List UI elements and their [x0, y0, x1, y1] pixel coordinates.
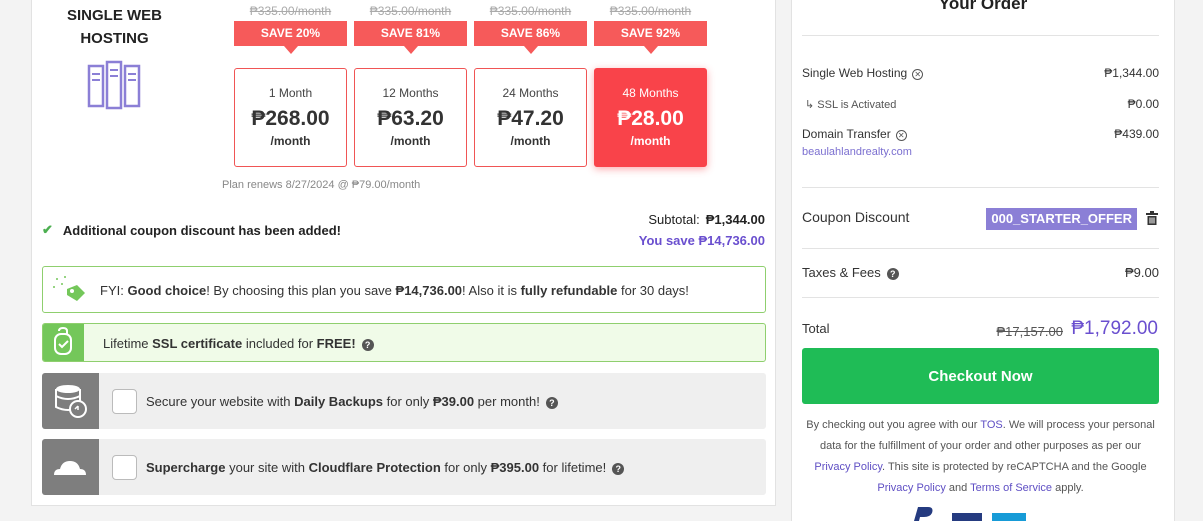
- server-icon: [87, 60, 141, 110]
- divider: [802, 248, 1159, 249]
- taxes-label: Taxes & Fees: [802, 265, 881, 280]
- plan-price: ₱47.20: [497, 107, 564, 130]
- divider: [802, 187, 1159, 188]
- plan-old-price: ₱335.00/month: [609, 4, 692, 18]
- order-row-hosting: Single Web Hosting ✕ ₱1,344.00: [802, 66, 1159, 80]
- ssl-text: Lifetime SSL certificate included for FR…: [103, 336, 374, 351]
- save-badge-arrow: [284, 46, 298, 54]
- cloudflare-checkbox[interactable]: [112, 455, 137, 480]
- plan-per: /month: [270, 134, 311, 148]
- divider: [802, 297, 1159, 298]
- remove-icon[interactable]: ✕: [895, 130, 907, 141]
- save-badge-arrow: [524, 46, 538, 54]
- coupon-added-message: ✔ Additional coupon discount has been ad…: [42, 222, 341, 238]
- coupon-label: Coupon Discount: [802, 209, 910, 225]
- help-icon[interactable]: ?: [545, 397, 558, 409]
- plan-card[interactable]: 24 Months ₱47.20 /month: [474, 68, 587, 167]
- daily-backups-checkbox[interactable]: [112, 389, 137, 414]
- divider: [802, 35, 1159, 36]
- remove-icon[interactable]: ✕: [912, 69, 924, 80]
- plan-save-badge: SAVE 86%: [474, 21, 587, 46]
- checkmark-icon: ✔: [42, 222, 53, 237]
- plan-per: /month: [390, 134, 431, 148]
- order-summary-panel: Your Order Single Web Hosting ✕ ₱1,344.00…: [791, 0, 1175, 521]
- coupon-code-badge: 000_STARTER_OFFER: [986, 208, 1137, 230]
- lock-icon-box: [43, 324, 84, 361]
- plan-renew-note: Plan renews 8/27/2024 @ ₱79.00/month: [222, 179, 421, 191]
- plan-term: 48 Months: [622, 86, 679, 100]
- save-badge-arrow: [404, 46, 418, 54]
- cloudflare-text: Supercharge your site with Cloudflare Pr…: [146, 460, 625, 475]
- google-privacy-link[interactable]: Privacy Policy: [877, 482, 945, 494]
- total-old-price: ₱17,157.00: [996, 324, 1063, 339]
- plan-term: 12 Months: [382, 86, 439, 100]
- you-save: You save ₱14,736.00: [638, 233, 765, 248]
- plan-save-badge: SAVE 92%: [594, 21, 707, 46]
- paypal-logo-icon: [914, 507, 1026, 521]
- plan-card[interactable]: 1 Month ₱268.00 /month: [234, 68, 347, 167]
- domain-value: ₱439.00: [1114, 127, 1159, 141]
- domain-name: beaulahlandrealty.com: [802, 146, 912, 158]
- tos-link[interactable]: TOS: [980, 419, 1002, 431]
- plan-old-price: ₱335.00/month: [489, 4, 572, 18]
- addon-cloudflare: Supercharge your site with Cloudflare Pr…: [42, 439, 766, 495]
- plan-price: ₱268.00: [251, 107, 330, 130]
- order-title: Your Order: [938, 0, 1028, 13]
- plan-card[interactable]: 12 Months ₱63.20 /month: [354, 68, 467, 167]
- plan-per: /month: [510, 134, 551, 148]
- domain-label: Domain Transfer: [802, 127, 891, 141]
- total-label: Total: [802, 321, 830, 336]
- plan-save-badge: SAVE 20%: [234, 21, 347, 46]
- help-icon[interactable]: ?: [612, 463, 625, 475]
- plan-price: ₱28.00: [617, 107, 684, 130]
- price-tag-icon: [53, 276, 85, 301]
- database-backup-icon: [42, 373, 99, 429]
- trash-icon[interactable]: [1146, 211, 1158, 225]
- fyi-text: FYI: Good choice! By choosing this plan …: [100, 283, 689, 298]
- total-price: ₱1,792.00: [1071, 318, 1158, 339]
- taxes-value: ₱9.00: [1125, 265, 1159, 280]
- cloud-icon: [42, 439, 99, 495]
- plan-term: 1 Month: [268, 86, 313, 100]
- hosting-label: Single Web Hosting: [802, 66, 908, 80]
- order-row-ssl: ↳ SSL is Activated ₱0.00: [802, 97, 1159, 111]
- help-icon[interactable]: ?: [361, 339, 374, 351]
- help-icon[interactable]: ?: [886, 268, 899, 280]
- plan-price: ₱63.20: [377, 107, 444, 130]
- plan-term: 24 Months: [502, 86, 559, 100]
- order-row-taxes: Taxes & Fees? ₱9.00: [802, 265, 1159, 280]
- plan-per: /month: [630, 134, 671, 148]
- addon-daily-backups: Secure your website with Daily Backups f…: [42, 373, 766, 429]
- checkout-page: SINGLE WEB HOSTING ₱335.00/month SAVE 20…: [0, 0, 1203, 521]
- ssl-banner: Lifetime SSL certificate included for FR…: [42, 323, 766, 362]
- legal-text: By checking out you agree with our TOS. …: [806, 419, 1155, 494]
- coupon-added-text: Additional coupon discount has been adde…: [62, 222, 341, 238]
- subtotal-label: Subtotal:: [648, 212, 700, 227]
- plan-old-price: ₱335.00/month: [249, 4, 332, 18]
- ssl-value: ₱0.00: [1127, 97, 1159, 111]
- plan-old-price: ₱335.00/month: [369, 4, 452, 18]
- privacy-policy-link[interactable]: Privacy Policy: [814, 461, 882, 473]
- subtotal: Subtotal: ₱1,344.00: [648, 212, 765, 227]
- plan-card[interactable]: 48 Months ₱28.00 /month: [594, 68, 707, 167]
- hosting-value: ₱1,344.00: [1104, 66, 1159, 80]
- daily-backups-text: Secure your website with Daily Backups f…: [146, 394, 558, 409]
- checkout-button[interactable]: Checkout Now: [802, 348, 1159, 404]
- plan-save-badge: SAVE 81%: [354, 21, 467, 46]
- product-title: SINGLE WEB HOSTING: [66, 7, 162, 47]
- fyi-banner: FYI: Good choice! By choosing this plan …: [42, 266, 766, 313]
- order-row-domain: Domain Transfer ✕ ₱439.00: [802, 127, 1159, 141]
- plan-selection-panel: SINGLE WEB HOSTING ₱335.00/month SAVE 20…: [31, 0, 776, 506]
- save-badge-arrow: [644, 46, 658, 54]
- terms-link[interactable]: Terms of Service: [970, 482, 1052, 494]
- shield-lock-icon: [54, 326, 72, 355]
- subtotal-value: ₱1,344.00: [705, 212, 765, 227]
- ssl-label: ↳ SSL is Activated: [805, 99, 897, 111]
